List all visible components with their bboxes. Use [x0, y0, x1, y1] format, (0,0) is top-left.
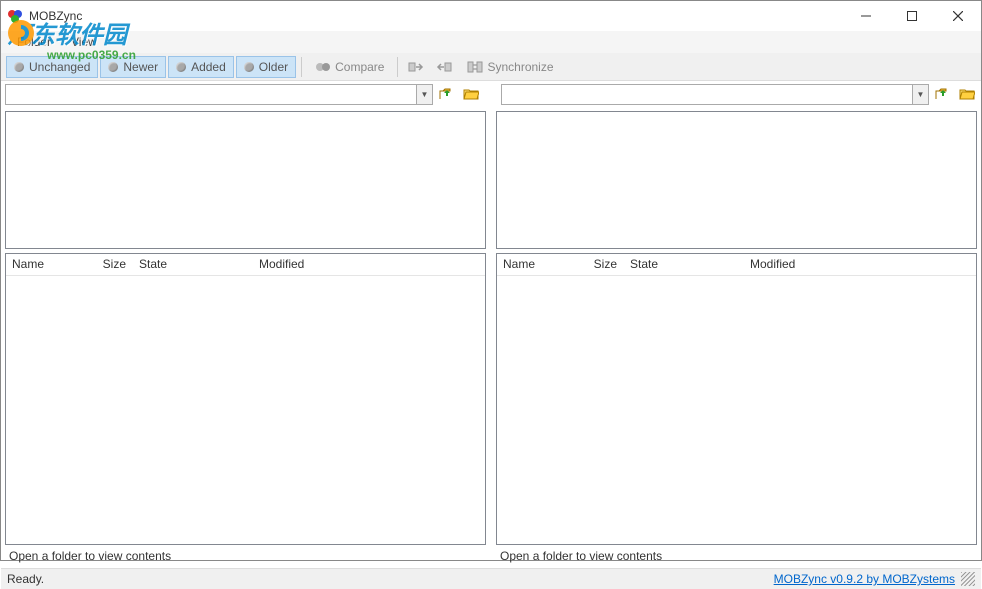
filter-older-button[interactable]: Older [236, 56, 296, 78]
arrow-left-icon [436, 59, 452, 75]
filter-added-label: Added [191, 60, 226, 74]
left-list-header: Name Size State Modified [6, 254, 485, 276]
col-size[interactable]: Size [91, 254, 133, 275]
left-path-input[interactable] [5, 84, 416, 105]
filter-newer-button[interactable]: Newer [100, 56, 166, 78]
filter-newer-label: Newer [123, 60, 158, 74]
col-name[interactable]: Name [497, 254, 582, 275]
synchronize-button[interactable]: Synchronize [459, 56, 561, 78]
menu-view[interactable]: View [61, 33, 107, 51]
compare-icon [315, 59, 331, 75]
dot-icon [108, 62, 118, 72]
window-titlebar: MOBZync [1, 1, 981, 31]
col-modified[interactable]: Modified [253, 254, 363, 275]
right-path-dropdown[interactable]: ▼ [912, 84, 929, 105]
left-up-folder-button[interactable] [437, 84, 457, 104]
main-panes: Name Size State Modified Open a folder t… [1, 107, 981, 568]
close-button[interactable] [935, 1, 981, 31]
col-modified[interactable]: Modified [744, 254, 854, 275]
compare-label: Compare [335, 60, 384, 74]
copy-right-button[interactable] [403, 56, 429, 78]
left-pane-status: Open a folder to view contents [3, 547, 488, 566]
window-title: MOBZync [29, 9, 82, 23]
right-path-input[interactable] [501, 84, 912, 105]
right-file-list[interactable]: Name Size State Modified [496, 253, 977, 545]
window-buttons [843, 1, 981, 31]
left-browse-button[interactable] [461, 84, 481, 104]
left-pane: Name Size State Modified Open a folder t… [1, 107, 490, 568]
left-tree-box[interactable] [5, 111, 486, 249]
filter-unchanged-button[interactable]: Unchanged [6, 56, 98, 78]
right-list-body [497, 276, 976, 544]
right-tree-box[interactable] [496, 111, 977, 249]
path-bar: ▼ ▼ [1, 81, 981, 107]
compare-button[interactable]: Compare [307, 56, 392, 78]
minimize-button[interactable] [843, 1, 889, 31]
dot-icon [244, 62, 254, 72]
right-pane: Name Size State Modified Open a folder t… [492, 107, 981, 568]
right-path-combo: ▼ [501, 84, 929, 105]
menu-bar: Folder View [1, 31, 981, 53]
filter-unchanged-label: Unchanged [29, 60, 90, 74]
right-browse-button[interactable] [957, 84, 977, 104]
col-state[interactable]: State [133, 254, 253, 275]
left-path-dropdown[interactable]: ▼ [416, 84, 433, 105]
status-text: Ready. [7, 572, 44, 586]
filter-older-label: Older [259, 60, 288, 74]
left-path-combo: ▼ [5, 84, 433, 105]
col-name[interactable]: Name [6, 254, 91, 275]
left-list-body [6, 276, 485, 544]
arrow-right-icon [408, 59, 424, 75]
right-up-folder-button[interactable] [933, 84, 953, 104]
dot-icon [14, 62, 24, 72]
status-bar: Ready. MOBZync v0.9.2 by MOBZystems [1, 568, 981, 589]
dot-icon [176, 62, 186, 72]
col-state[interactable]: State [624, 254, 744, 275]
right-list-header: Name Size State Modified [497, 254, 976, 276]
left-file-list[interactable]: Name Size State Modified [5, 253, 486, 545]
sync-icon [467, 59, 483, 75]
menu-folder[interactable]: Folder [7, 33, 61, 51]
toolbar-separator [301, 57, 302, 77]
synchronize-label: Synchronize [487, 60, 553, 74]
maximize-button[interactable] [889, 1, 935, 31]
filter-added-button[interactable]: Added [168, 56, 234, 78]
col-size[interactable]: Size [582, 254, 624, 275]
app-icon [7, 8, 23, 24]
toolbar: Unchanged Newer Added Older Compare Sync… [1, 53, 981, 81]
right-pane-status: Open a folder to view contents [494, 547, 979, 566]
copy-left-button[interactable] [431, 56, 457, 78]
toolbar-separator [397, 57, 398, 77]
resize-grip[interactable] [961, 572, 975, 586]
about-link[interactable]: MOBZync v0.9.2 by MOBZystems [774, 572, 955, 586]
